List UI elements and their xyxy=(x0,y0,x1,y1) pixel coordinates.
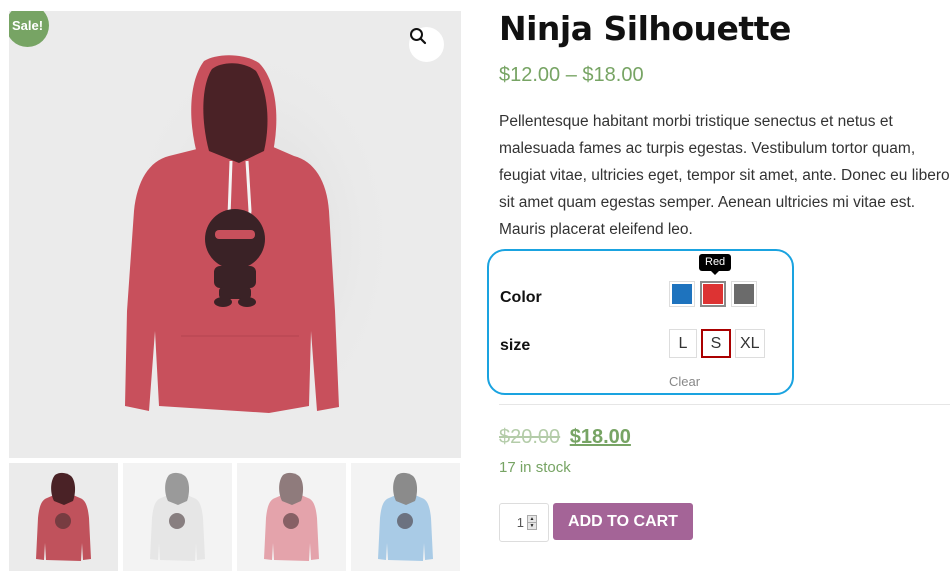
ninja-eye-band xyxy=(215,230,255,239)
thumbnail-print xyxy=(397,513,413,529)
magnifier-icon xyxy=(410,28,427,45)
hoodie-illustration xyxy=(119,41,399,441)
color-swatches xyxy=(669,281,757,307)
stock-status: 17 in stock xyxy=(499,459,571,476)
thumbnail-hoodie-hood xyxy=(279,472,304,505)
price-range: $12.00 – $18.00 xyxy=(499,64,644,86)
size-options: L S XL xyxy=(669,329,765,358)
main-product-image[interactable]: Sale! xyxy=(9,11,461,458)
swatch-tooltip: Red xyxy=(699,254,732,275)
size-option-xl[interactable]: XL xyxy=(735,329,765,358)
regular-price: $20.00 xyxy=(499,426,561,448)
size-option-l[interactable]: L xyxy=(669,329,697,358)
thumbnail-hoodie-hood xyxy=(51,472,76,505)
thumbnail-print xyxy=(169,513,185,529)
thumbnail-hoodie xyxy=(150,472,205,561)
quantity-value: 1 xyxy=(516,515,524,530)
add-to-cart-button[interactable]: ADD TO CART xyxy=(553,503,693,540)
product-description: Pellentesque habitant morbi tristique se… xyxy=(499,113,950,238)
thumbnail-hoodie xyxy=(36,472,91,561)
product-gallery: Sale! xyxy=(9,11,461,571)
quantity-input[interactable]: 1 ▲ ▼ xyxy=(499,503,549,542)
variations-form: Color Red size L S XL Clear xyxy=(487,249,794,395)
thumbnail[interactable] xyxy=(9,463,118,571)
thumbnail-hoodie-hood xyxy=(165,472,190,505)
sale-price: $18.00 xyxy=(569,426,631,448)
color-label: Color xyxy=(500,289,542,306)
variation-price: $20.00 $18.00 xyxy=(499,426,631,449)
zoom-button[interactable] xyxy=(409,27,444,62)
thumbnail-print xyxy=(55,513,71,529)
hood-inside xyxy=(203,63,268,163)
thumbnail-strip xyxy=(9,463,461,571)
thumbnail-print xyxy=(283,513,299,529)
thumbnail[interactable] xyxy=(351,463,460,571)
decrement-arrow-icon[interactable]: ▼ xyxy=(528,522,536,529)
quantity-stepper[interactable]: ▲ ▼ xyxy=(527,515,537,530)
product-summary: Ninja Silhouette $12.00 – $18.00 Pellent… xyxy=(487,8,950,542)
divider xyxy=(499,404,950,405)
clear-selection-link[interactable]: Clear xyxy=(669,374,700,389)
thumbnail[interactable] xyxy=(123,463,232,571)
product-title: Ninja Silhouette xyxy=(499,9,791,48)
thumbnail[interactable] xyxy=(237,463,346,571)
thumbnail-hoodie xyxy=(378,472,433,561)
color-swatch-red[interactable] xyxy=(700,281,726,307)
thumbnail-hoodie xyxy=(264,472,319,561)
color-swatch-blue[interactable] xyxy=(669,281,695,307)
size-label: size xyxy=(500,337,531,354)
size-option-s[interactable]: S xyxy=(701,329,731,358)
thumbnail-hoodie-hood xyxy=(393,472,418,505)
color-swatch-gray[interactable] xyxy=(731,281,757,307)
